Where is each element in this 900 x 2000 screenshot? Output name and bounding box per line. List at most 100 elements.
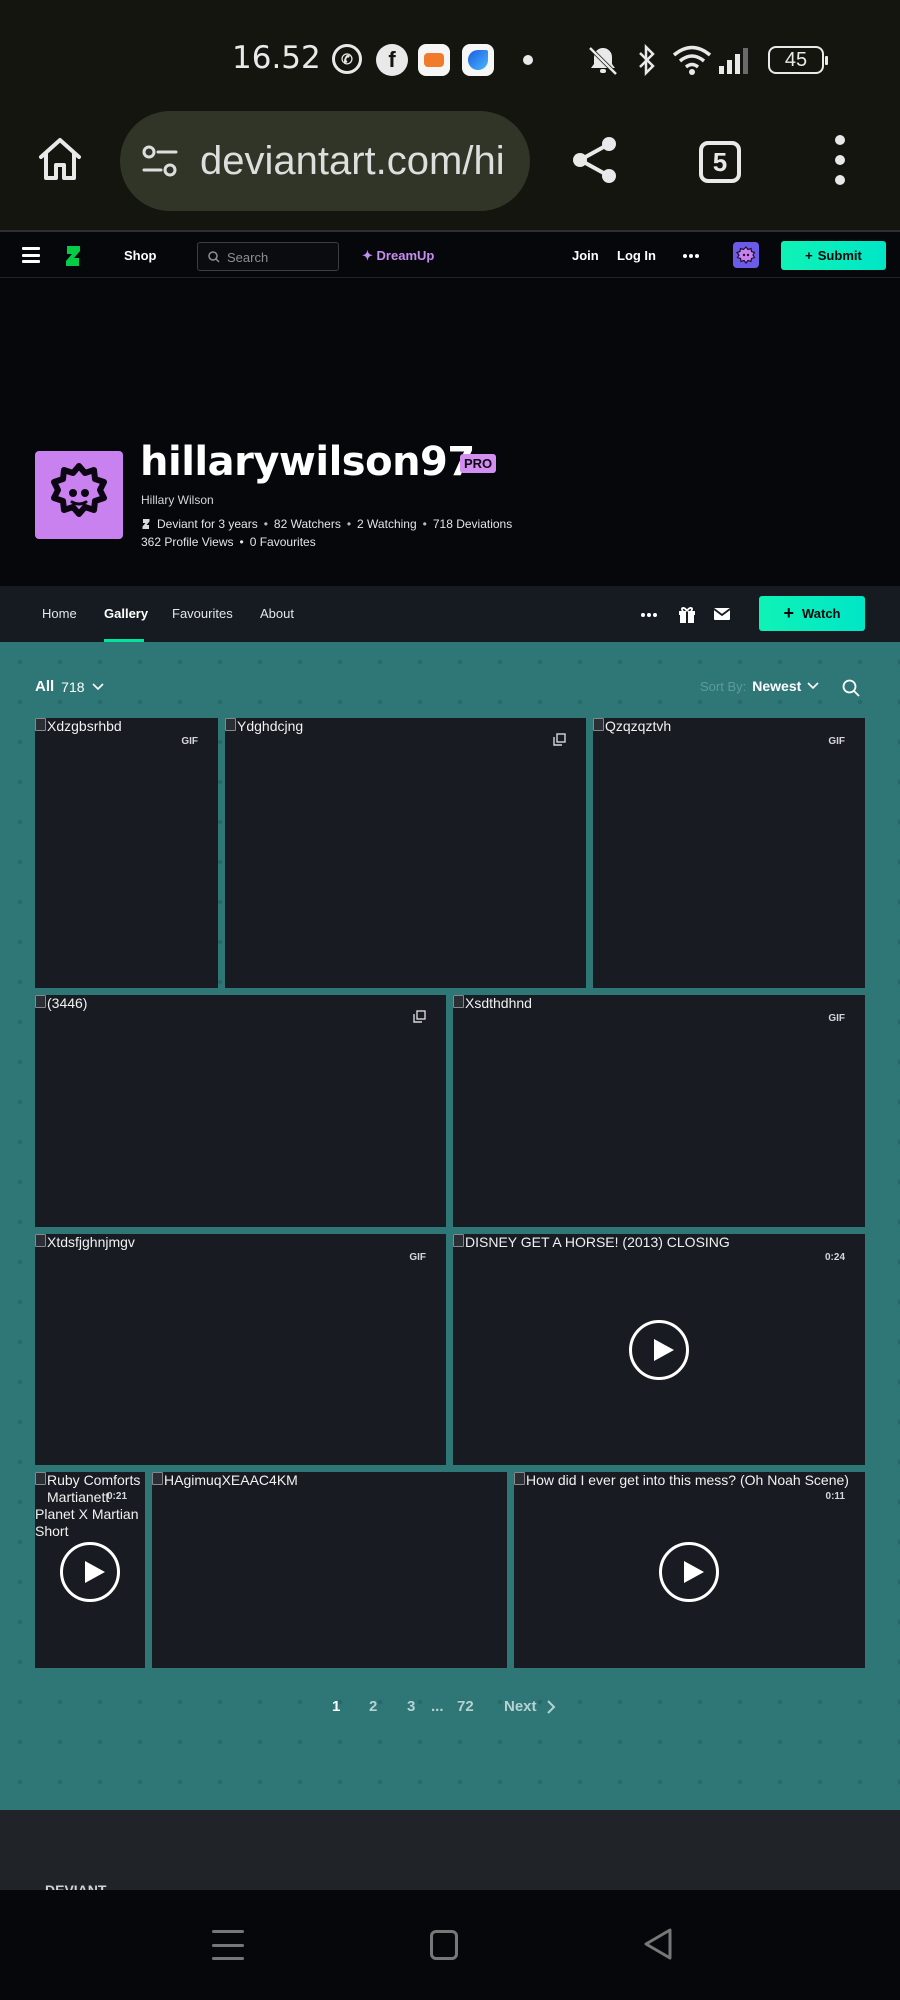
home-button[interactable]: [430, 1930, 458, 1960]
page-3-link[interactable]: 3: [407, 1698, 415, 1715]
chevron-down-icon: [807, 682, 819, 690]
page-2-link[interactable]: 2: [369, 1698, 377, 1715]
filter-count: 718: [61, 678, 85, 695]
whatsapp-icon: ✆: [332, 44, 362, 74]
site-footer: DEVIANT: [0, 1810, 900, 1898]
gallery-thumbnail[interactable]: (3446): [35, 995, 446, 1227]
gallery-search-icon[interactable]: [842, 679, 860, 697]
watch-label: Watch: [801, 606, 841, 621]
share-icon[interactable]: [570, 135, 620, 185]
profile-username: hillarywilson97: [140, 439, 475, 485]
page-72-link[interactable]: 72: [457, 1698, 474, 1715]
submit-button[interactable]: + Submit: [781, 241, 886, 270]
search-icon: [208, 251, 220, 263]
gallery-thumbnail[interactable]: Xsdthdhnd GIF: [453, 995, 865, 1227]
stat-deviant-since: Deviant for 3 years: [157, 517, 258, 531]
stat-watchers[interactable]: 82 Watchers: [274, 517, 341, 531]
gallery-filter-dropdown[interactable]: All 718: [35, 678, 104, 695]
recent-apps-button[interactable]: [212, 1930, 244, 1960]
stat-deviations[interactable]: 718 Deviations: [433, 517, 512, 531]
broken-image-icon: [35, 1472, 46, 1485]
address-bar[interactable]: deviantart.com/hi: [120, 111, 530, 211]
play-icon[interactable]: [629, 1320, 689, 1380]
more-menu-icon[interactable]: [683, 254, 699, 258]
gallery-thumbnail[interactable]: Ydghdcjng: [225, 718, 586, 988]
gallery-thumbnail[interactable]: DISNEY GET A HORSE! (2013) CLOSING 0:24: [453, 1234, 865, 1465]
search-placeholder: Search: [227, 250, 269, 265]
mail-icon[interactable]: [713, 606, 731, 622]
gif-badge: GIF: [828, 1013, 845, 1024]
join-link[interactable]: Join: [572, 248, 599, 263]
thumbnail-alt-text: DISNEY GET A HORSE! (2013) CLOSING: [453, 1234, 730, 1251]
thumbnail-alt-text: Xsdthdhnd: [453, 995, 532, 1012]
gallery-section: All 718 Sort By: Newest Xdzgbsrhbd GIF Y…: [0, 642, 900, 1810]
tab-home[interactable]: Home: [42, 606, 77, 621]
gallery-thumbnail[interactable]: How did I ever get into this mess? (Oh N…: [514, 1472, 865, 1668]
thumbnail-alt-text: Ruby Comforts Martianett Planet X Martia…: [35, 1472, 141, 1539]
search-input[interactable]: Search: [197, 242, 339, 271]
tab-gallery[interactable]: Gallery: [104, 606, 148, 621]
login-link[interactable]: Log In: [617, 248, 656, 263]
separator-dot: •: [422, 517, 427, 531]
profile-avatar[interactable]: [35, 451, 123, 539]
sort-value: Newest: [752, 678, 802, 694]
sort-label: Sort By:: [700, 678, 747, 694]
thumbnail-alt-text: Ydghdcjng: [225, 718, 303, 735]
blue-app-icon: [462, 44, 494, 76]
gif-badge: GIF: [181, 736, 198, 747]
profile-header: hillarywilson97 PRO Hillary Wilson Devia…: [0, 279, 900, 586]
stat-favourites[interactable]: 0 Favourites: [250, 535, 316, 549]
play-icon[interactable]: [659, 1542, 719, 1602]
sparkle-icon: ✦: [362, 248, 373, 263]
tab-favourites[interactable]: Favourites: [172, 606, 233, 621]
deviantart-logo[interactable]: [64, 244, 82, 268]
multi-image-icon: [413, 1010, 426, 1023]
broken-image-icon: [453, 1234, 464, 1247]
thumbnail-alt-text: (3446): [35, 995, 87, 1012]
gallery-thumbnail[interactable]: HAgimuqXEAAC4KM: [152, 1472, 507, 1668]
hamburger-menu-icon[interactable]: [22, 247, 40, 263]
thumbnail-alt-text: Xdzgbsrhbd: [35, 718, 122, 735]
wifi-icon: [672, 45, 712, 75]
next-page-link[interactable]: Next: [504, 1698, 556, 1715]
broken-image-icon: [35, 718, 46, 731]
multi-image-icon: [553, 733, 566, 746]
tab-switcher-button[interactable]: 5: [699, 141, 741, 183]
chevron-right-icon: [546, 1699, 555, 1714]
battery-icon: 45: [768, 46, 828, 74]
back-button[interactable]: [640, 1926, 676, 1962]
plus-icon: +: [805, 248, 813, 263]
more-options-icon[interactable]: [641, 613, 657, 617]
broken-image-icon: [453, 995, 464, 1008]
video-duration-badge: 0:21: [106, 1491, 127, 1502]
dreamup-label: DreamUp: [376, 248, 435, 263]
gallery-thumbnail[interactable]: Qzqzqztvh GIF: [593, 718, 865, 988]
gift-icon[interactable]: [677, 604, 697, 624]
stat-watching[interactable]: 2 Watching: [357, 517, 417, 531]
shop-link[interactable]: Shop: [124, 248, 157, 263]
home-icon[interactable]: [36, 135, 84, 183]
tab-about[interactable]: About: [260, 606, 294, 621]
filter-label: All: [35, 678, 55, 695]
signal-icon: [719, 48, 748, 74]
broken-image-icon: [593, 718, 604, 731]
video-duration-badge: 0:24: [824, 1252, 845, 1263]
page-1-link[interactable]: 1: [332, 1698, 340, 1715]
broken-image-icon: [35, 995, 46, 1008]
gallery-thumbnail[interactable]: Xdzgbsrhbd GIF: [35, 718, 218, 988]
site-settings-icon[interactable]: [140, 141, 180, 181]
thumbnail-alt-text: Qzqzqztvh: [593, 718, 671, 735]
play-icon[interactable]: [60, 1542, 120, 1602]
gif-badge: GIF: [828, 736, 845, 747]
gallery-thumbnail[interactable]: Ruby Comforts Martianett Planet X Martia…: [35, 1472, 145, 1668]
pagination-ellipsis: ...: [431, 1698, 444, 1715]
browser-toolbar: deviantart.com/hi 5: [0, 105, 900, 232]
user-avatar[interactable]: [733, 242, 759, 268]
avatar-badge-icon: [51, 463, 107, 517]
dreamup-link[interactable]: ✦ DreamUp: [362, 248, 434, 264]
gallery-thumbnail[interactable]: Xtdsfjghnjmgv GIF: [35, 1234, 446, 1465]
broken-image-icon: [35, 1234, 46, 1247]
sort-dropdown[interactable]: Sort By: Newest: [700, 678, 819, 694]
watch-button[interactable]: + Watch: [759, 596, 865, 631]
browser-menu-icon[interactable]: [828, 135, 852, 185]
